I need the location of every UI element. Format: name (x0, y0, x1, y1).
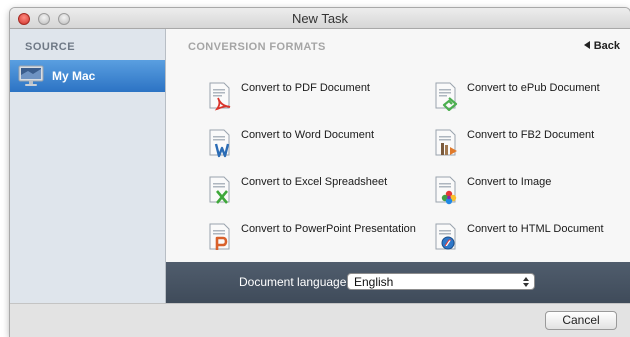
back-arrow-icon (583, 41, 590, 50)
format-label: Convert to FB2 Document (467, 129, 595, 141)
document-language-select[interactable]: English (347, 273, 535, 290)
imac-icon (18, 65, 44, 86)
sidebar-item-label: My Mac (52, 69, 96, 83)
document-language-value: English (354, 275, 394, 289)
new-task-window: New Task SOURCE My Mac CONVERSION FORMAT… (10, 8, 630, 337)
source-heading: SOURCE (25, 41, 76, 53)
document-language-bar: Document language: English (166, 262, 630, 303)
title-bar: New Task (10, 8, 630, 29)
document-language-label: Document language: (239, 275, 350, 289)
format-label: Convert to Word Document (241, 129, 375, 141)
format-label: Convert to Excel Spreadsheet (241, 176, 388, 188)
sidebar-item-my-mac[interactable]: My Mac (10, 60, 165, 92)
convert-to-pdf-option[interactable]: Convert to PDF Document (206, 81, 416, 121)
convert-to-html-option[interactable]: Convert to HTML Document (432, 222, 630, 262)
format-label: Convert to HTML Document (467, 223, 604, 235)
convert-to-fb2-option[interactable]: Convert to FB2 Document (432, 128, 630, 168)
format-label: Convert to Image (467, 176, 552, 188)
conversion-formats-panel: CONVERSION FORMATS Back Convert to PDF D… (166, 29, 630, 262)
convert-to-epub-option[interactable]: Convert to ePub Document (432, 81, 630, 121)
source-sidebar: SOURCE My Mac (10, 29, 166, 303)
conversion-formats-heading: CONVERSION FORMATS (188, 41, 326, 53)
format-label: Convert to PDF Document (241, 82, 370, 94)
cancel-button[interactable]: Cancel (545, 311, 617, 330)
excel-spreadsheet-icon (209, 176, 230, 204)
back-button[interactable]: Back (583, 40, 620, 52)
image-document-icon (435, 176, 457, 205)
format-label: Convert to ePub Document (467, 82, 600, 94)
fb2-document-icon (435, 129, 457, 156)
dialog-footer: Cancel (10, 303, 630, 337)
pdf-document-icon (209, 82, 231, 111)
html-document-icon (435, 223, 456, 250)
convert-to-excel-option[interactable]: Convert to Excel Spreadsheet (206, 175, 416, 215)
epub-document-icon (435, 82, 458, 111)
format-label: Convert to PowerPoint Presentation (241, 223, 416, 235)
convert-to-image-option[interactable]: Convert to Image (432, 175, 630, 215)
window-title: New Task (291, 11, 349, 26)
powerpoint-document-icon (209, 223, 230, 250)
convert-to-powerpoint-option[interactable]: Convert to PowerPoint Presentation (206, 222, 416, 262)
convert-to-word-option[interactable]: Convert to Word Document (206, 128, 416, 168)
word-document-icon (209, 129, 230, 158)
select-arrows-icon (523, 277, 529, 287)
